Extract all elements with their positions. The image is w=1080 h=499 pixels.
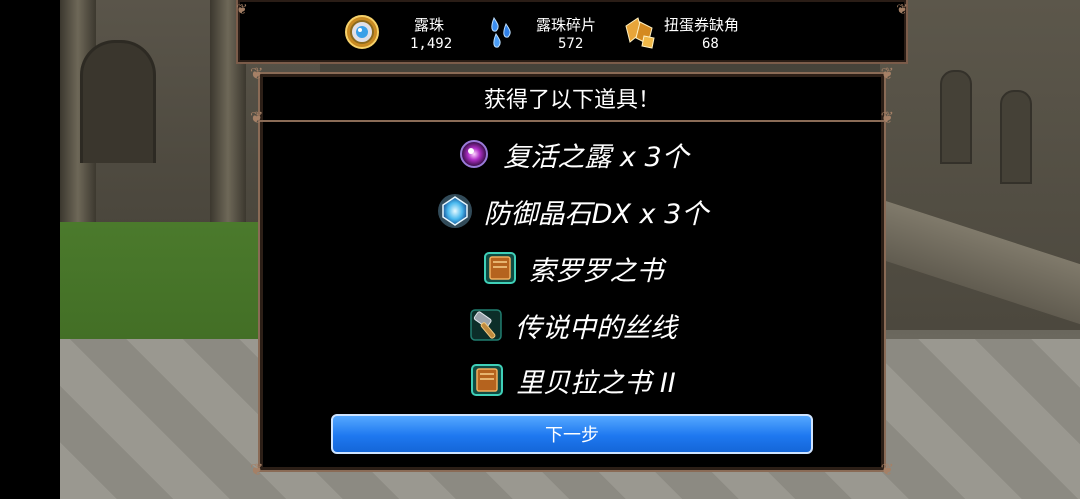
currency-value: 1,492 <box>410 36 453 52</box>
reward-item: 防御晶石DX x 3个 <box>260 186 884 236</box>
currency-gacha-fragment: 扭蛋券缺角 68 <box>622 8 782 54</box>
currency-dew: 露珠 1,492 <box>344 8 474 54</box>
title-divider <box>260 120 884 122</box>
defense-crystal-icon <box>437 194 472 228</box>
currency-label: 扭蛋券缺角 <box>664 16 740 34</box>
book-icon <box>483 252 516 284</box>
dialog-title: 获得了以下道具！ <box>483 88 660 113</box>
reward-item: 索罗罗之书 <box>260 243 884 293</box>
dew-orb-icon <box>345 15 379 49</box>
book-icon <box>471 364 504 396</box>
reward-item-name: 防御晶石DX x 3个 <box>483 198 709 230</box>
hammer-icon <box>470 309 502 341</box>
reward-item-name: 索罗罗之书 <box>528 255 664 287</box>
reward-item: 复活之露 x 3个 <box>260 129 884 179</box>
currency-dew-shard: 露珠碎片 572 <box>484 8 614 54</box>
currency-label: 露珠碎片 <box>536 16 597 34</box>
ornament-icon: ❦ <box>250 64 264 83</box>
reward-dialog: ❦ ❦ ❦ ❦ ❦ ❦ 获得了以下道具！ 复活之露 x 3个 防御晶石DX x … <box>250 66 894 478</box>
gacha-ticket-fragment-icon <box>625 17 655 49</box>
ornament-icon: ❦ <box>880 64 894 83</box>
next-button[interactable]: 下一步 <box>331 414 813 454</box>
ornament-icon: ❦ <box>880 460 894 479</box>
reward-item-name: 里贝拉之书 II <box>516 367 676 399</box>
currency-bar: ❦ ❦ 露珠 1,492 露珠碎片 572 扭蛋券缺角 68 <box>236 0 908 64</box>
revival-dew-icon <box>460 140 489 168</box>
currency-value: 68 <box>702 36 719 52</box>
currency-value: 572 <box>558 36 584 52</box>
reward-item: 传说中的丝线 <box>260 300 884 350</box>
reward-item-name: 复活之露 x 3个 <box>503 141 689 173</box>
reward-item: 里贝拉之书 II <box>260 355 884 405</box>
ornament-icon: ❦ <box>896 2 908 18</box>
reward-item-name: 传说中的丝线 <box>515 312 677 344</box>
dew-shard-icon <box>491 16 511 48</box>
ornament-icon: ❦ <box>236 2 248 18</box>
ornament-icon: ❦ <box>250 460 264 479</box>
currency-label: 露珠 <box>414 16 445 34</box>
